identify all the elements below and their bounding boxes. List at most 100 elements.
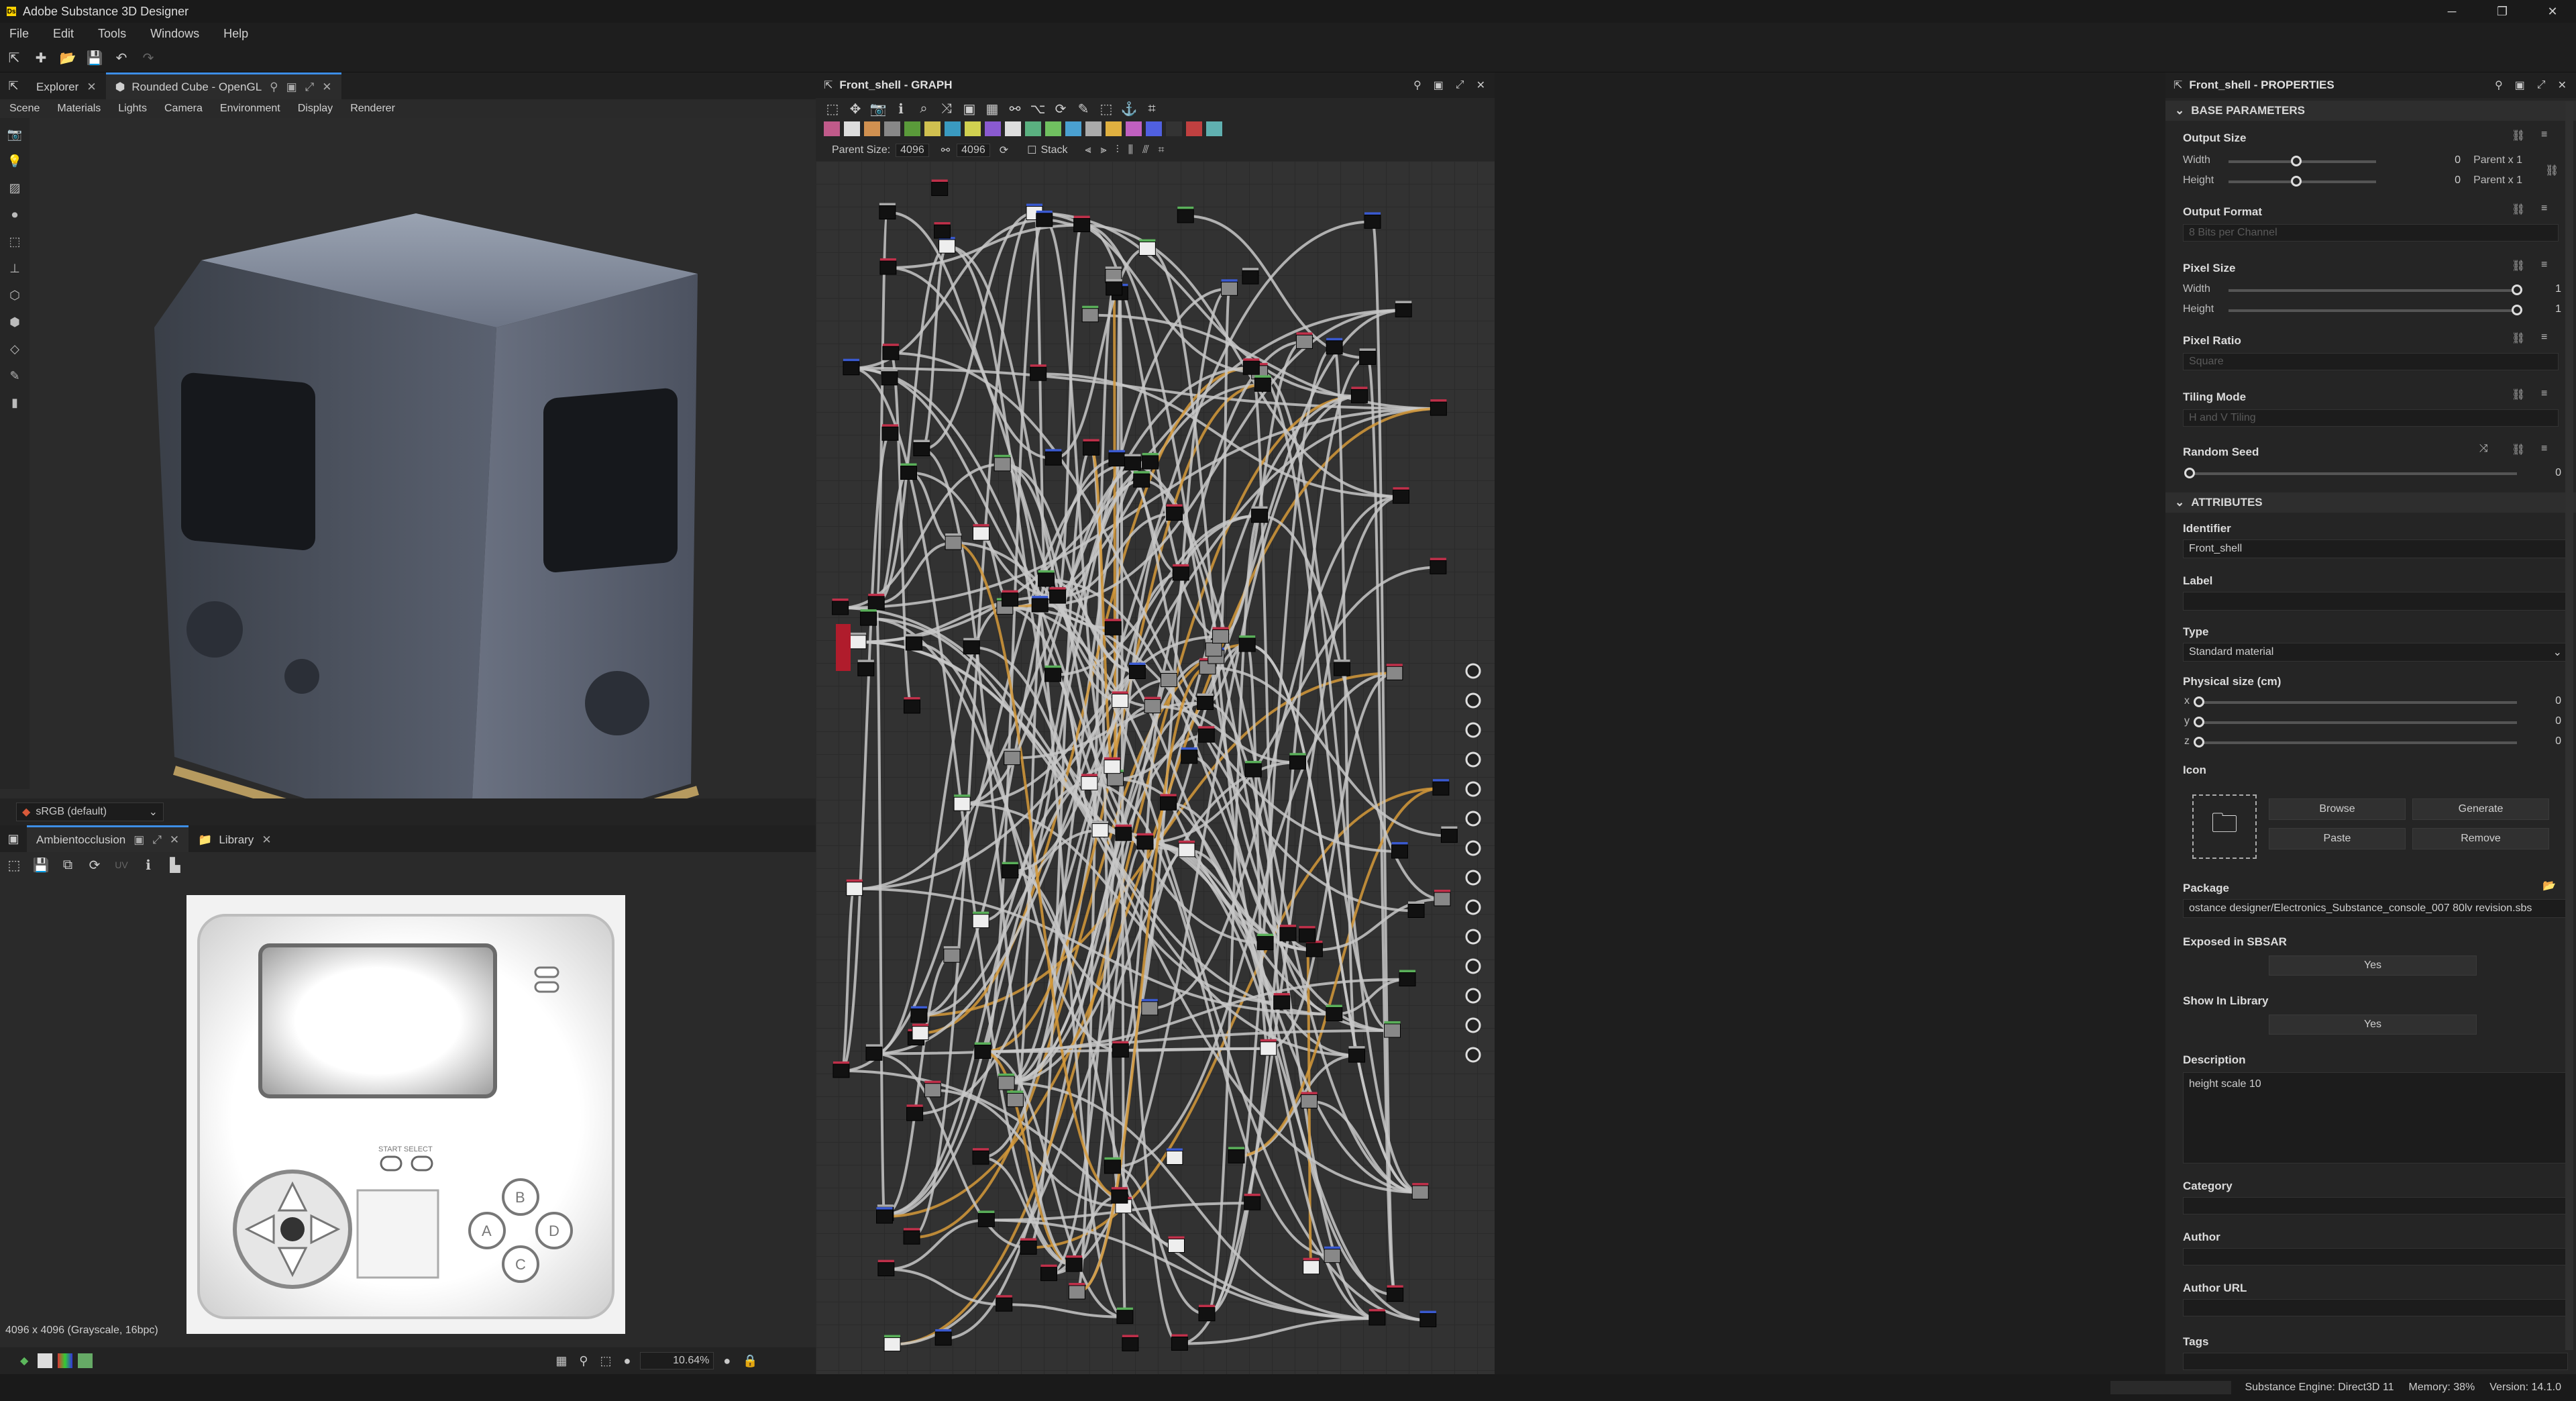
frame-icon[interactable]: ⬚	[1097, 100, 1115, 117]
graph-node[interactable]	[996, 1295, 1013, 1312]
output-node[interactable]	[1465, 870, 1481, 886]
link-icon[interactable]: ⛓	[2512, 203, 2525, 216]
distribute-v-icon[interactable]: ⫻	[1142, 144, 1149, 156]
close-icon[interactable]: ✕	[1477, 79, 1485, 92]
new-package-icon[interactable]: ✚	[32, 50, 50, 67]
graph-node[interactable]	[1160, 670, 1177, 688]
description-textarea[interactable]: height scale 10	[2183, 1072, 2568, 1163]
close-icon[interactable]: ✕	[2558, 79, 2567, 92]
graph-node[interactable]	[1303, 1257, 1320, 1275]
pixel-ratio-select[interactable]: Square	[2183, 353, 2559, 370]
menu-windows[interactable]: Windows	[150, 27, 199, 41]
output-height-mode[interactable]: Parent x 1	[2462, 174, 2522, 187]
dock-icon[interactable]: ▣	[2515, 79, 2525, 92]
graph-node[interactable]	[1104, 619, 1122, 635]
graph-node[interactable]	[1136, 833, 1154, 850]
link-icon[interactable]: ⛓	[2512, 129, 2525, 142]
graph-node[interactable]	[1020, 1238, 1037, 1255]
graph-node[interactable]	[1350, 386, 1368, 403]
output-node[interactable]	[1465, 811, 1481, 827]
graph-node[interactable]	[900, 463, 918, 480]
graph-node[interactable]	[963, 637, 980, 655]
graph-node[interactable]	[879, 203, 896, 220]
graph-canvas[interactable]	[816, 161, 1495, 1374]
graph-node[interactable]	[1166, 1148, 1183, 1165]
output-node[interactable]	[1465, 899, 1481, 915]
dock-icon[interactable]: ▣	[133, 833, 144, 847]
graph-node[interactable]	[1177, 206, 1194, 223]
align-center-icon[interactable]: ⫸	[1101, 144, 1107, 156]
graph-node[interactable]	[832, 599, 849, 615]
graph-node[interactable]	[1326, 1004, 1343, 1022]
menu-environment[interactable]: Environment	[220, 103, 280, 115]
graph-node[interactable]	[1142, 453, 1159, 470]
graph-node[interactable]	[1122, 1335, 1139, 1351]
graph-node[interactable]	[1065, 1255, 1083, 1272]
output-height-knob[interactable]	[2291, 176, 2302, 187]
graph-node[interactable]	[1242, 358, 1260, 375]
graph-node[interactable]	[883, 1335, 901, 1352]
shuffle-icon[interactable]: ⤨	[2479, 443, 2488, 455]
menu-icon[interactable]: ≡	[2541, 388, 2547, 400]
graph-node[interactable]	[1144, 696, 1161, 714]
folder-icon[interactable]: 🗀	[2192, 794, 2257, 859]
undo-icon[interactable]: ↶	[113, 50, 130, 67]
frame-all-icon[interactable]: ⬚	[824, 100, 841, 117]
atomic-node-icon[interactable]	[1126, 121, 1142, 136]
pen-icon[interactable]: ✎	[1075, 100, 1092, 117]
open-icon[interactable]: 📂	[59, 50, 76, 67]
graph-node[interactable]	[938, 237, 956, 254]
snap-icon[interactable]: ⌗	[1159, 144, 1165, 156]
atomic-node-icon[interactable]	[1025, 121, 1041, 136]
menu-display[interactable]: Display	[298, 103, 333, 115]
maximize-icon[interactable]: ⤢	[2537, 79, 2546, 91]
graph-node[interactable]	[1006, 1090, 1024, 1107]
menu-icon[interactable]: ≡	[2541, 259, 2547, 271]
size-height-select[interactable]: 4096	[957, 144, 990, 157]
graph-node[interactable]	[1368, 1308, 1386, 1326]
refresh-icon[interactable]: ⟳	[1052, 100, 1069, 117]
graph-node[interactable]	[904, 696, 921, 714]
tab-3d-view[interactable]: ⬢ Rounded Cube - OpenGL ⚲ ▣ ⤢ ✕	[105, 72, 341, 99]
graph-node[interactable]	[1111, 1187, 1128, 1204]
graph-node[interactable]	[1260, 1039, 1277, 1056]
maximize-icon[interactable]: ❐	[2479, 0, 2526, 23]
graph-node[interactable]	[1386, 664, 1403, 680]
graph-node[interactable]	[1324, 1246, 1341, 1263]
pin-icon[interactable]: ⚲	[270, 81, 278, 94]
cube-icon[interactable]: ⬡	[6, 289, 23, 306]
atomic-node-icon[interactable]	[945, 121, 961, 136]
paste-button[interactable]: Paste	[2269, 828, 2406, 849]
graph-node[interactable]	[1419, 1310, 1437, 1328]
graph-node[interactable]	[1168, 1236, 1185, 1253]
output-width-knob[interactable]	[2291, 156, 2302, 166]
graph-node[interactable]	[1391, 842, 1408, 859]
graph-node[interactable]	[1383, 1021, 1401, 1038]
maximize-icon[interactable]: ⤢	[1456, 79, 1464, 91]
dock-icon[interactable]: ▣	[286, 81, 297, 94]
atomic-node-icon[interactable]	[985, 121, 1001, 136]
anchor-icon[interactable]: ⚓	[1120, 100, 1138, 117]
menu-materials[interactable]: Materials	[57, 103, 101, 115]
size-width-select[interactable]: 4096	[896, 144, 929, 157]
graph-node[interactable]	[1138, 239, 1156, 256]
info-icon[interactable]: ℹ	[140, 856, 157, 874]
graph-node[interactable]	[1172, 564, 1189, 581]
shuffle-icon[interactable]: ⤨	[938, 100, 955, 117]
channel-rgb-icon[interactable]	[58, 1353, 73, 1368]
graph-node[interactable]	[977, 1210, 995, 1227]
menu-icon[interactable]: ≡	[2541, 443, 2547, 455]
menu-lights[interactable]: Lights	[118, 103, 147, 115]
zoom-field[interactable]: 10.64%	[640, 1352, 714, 1369]
atomic-node-icon[interactable]	[904, 121, 920, 136]
output-node[interactable]	[1465, 781, 1481, 797]
graph-node[interactable]	[877, 1259, 895, 1277]
graph-node[interactable]	[833, 1061, 850, 1078]
graph-node[interactable]	[1068, 1283, 1085, 1300]
remove-button[interactable]: Remove	[2412, 828, 2549, 849]
graph-node[interactable]	[1091, 821, 1109, 838]
generate-button[interactable]: Generate	[2412, 798, 2549, 820]
link-icon[interactable]: ⚯	[941, 144, 950, 157]
output-node[interactable]	[1465, 751, 1481, 768]
axis-icon[interactable]: ⊥	[6, 262, 23, 279]
